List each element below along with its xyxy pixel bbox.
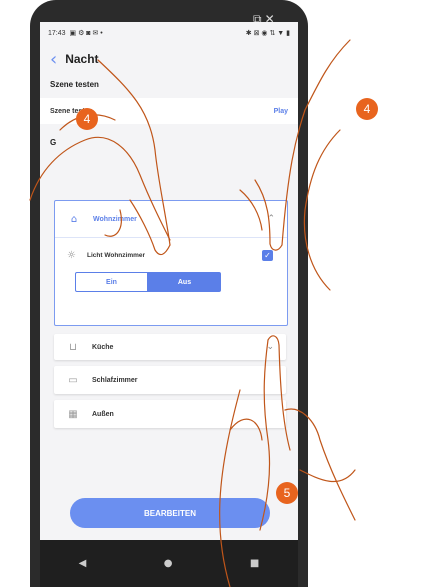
gesture-hands-illustration xyxy=(29,39,356,587)
step-badge: 4 xyxy=(356,98,378,120)
step-badge: 5 xyxy=(276,482,298,504)
step-badge: 4 xyxy=(76,108,98,130)
